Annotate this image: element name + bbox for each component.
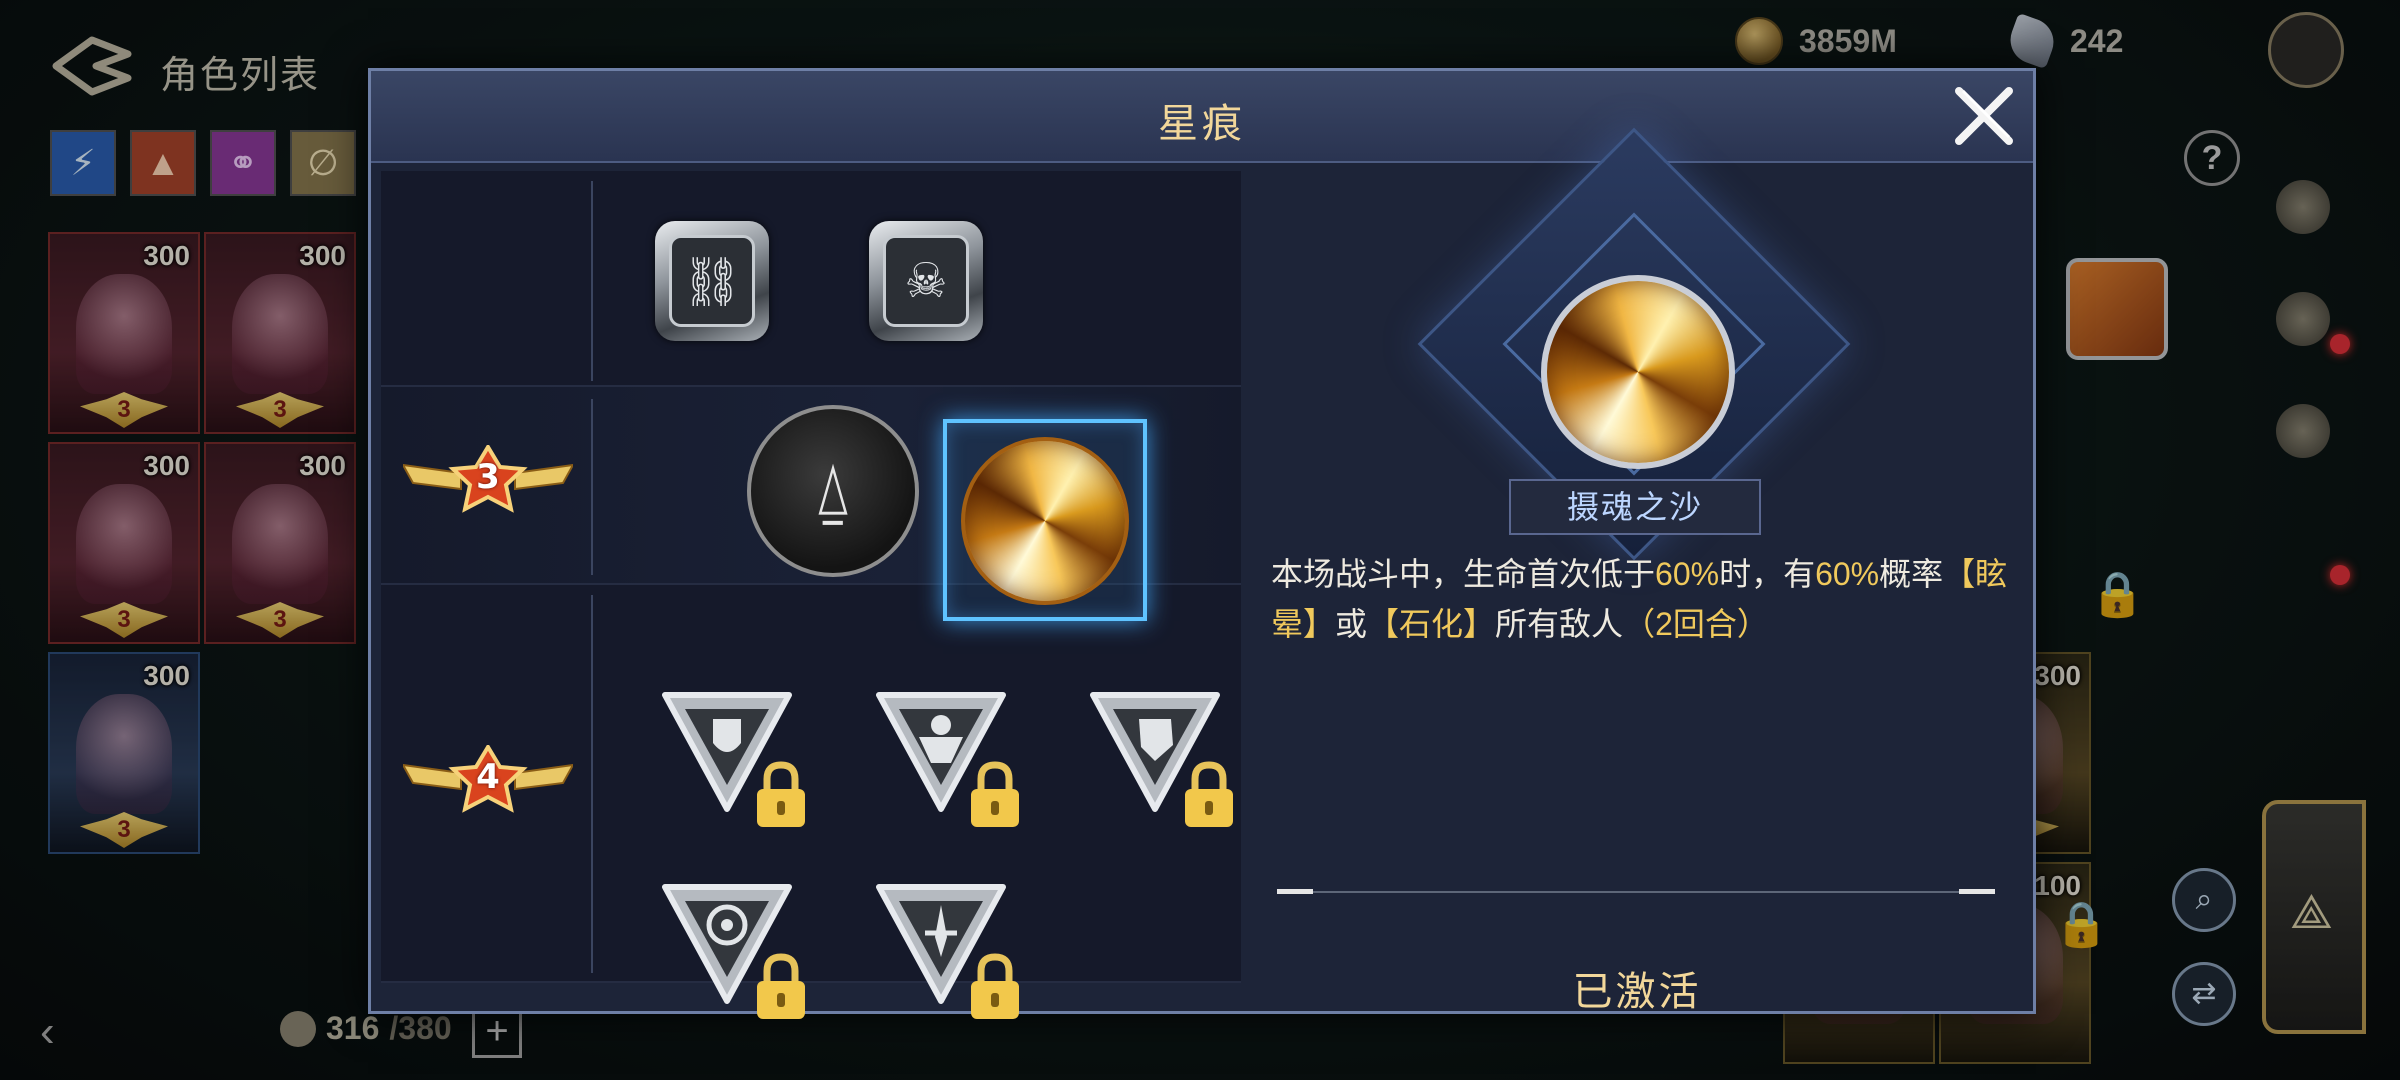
row-divider (591, 399, 593, 575)
description-text: 概率 (1879, 556, 1944, 592)
star-mark-dialog: 星痕 3 4 ⛓ ☠ ⍙ 摄魂之沙 本场战斗中，生命首次低于60%时，有60%概… (368, 68, 2036, 1019)
description-text: 本场战斗中，生命首次低于 (1271, 556, 1656, 592)
skill-name: 摄魂之沙 (1509, 479, 1761, 535)
mask-icon: ☠ (883, 235, 969, 327)
chain-icon: ⛓ (669, 235, 755, 327)
description-highlight: 60% (1655, 556, 1720, 592)
dialog-header: 星痕 (371, 71, 2033, 163)
sigil-icon: ⍙ (811, 450, 855, 530)
close-icon (1955, 87, 2013, 145)
description-text: 时，有 (1719, 556, 1816, 592)
description-text: 所有敌人 (1495, 606, 1624, 642)
skill-node-chain[interactable]: ⛓ (655, 221, 769, 341)
lock-icon (1181, 759, 1237, 829)
close-button[interactable] (1949, 81, 2019, 151)
skill-node-dark-sigil[interactable]: ⍙ (747, 405, 919, 577)
lock-icon (967, 951, 1023, 1021)
skill-tree-panel: 3 4 ⛓ ☠ ⍙ (381, 171, 1241, 1019)
row-divider (591, 595, 593, 973)
tier-3-label: 3 (476, 457, 500, 497)
row-divider (591, 181, 593, 381)
activation-status: 已激活 (1572, 970, 1702, 1014)
lock-icon (753, 759, 809, 829)
description-text: 或 (1335, 606, 1368, 642)
description-highlight: （2回合） (1623, 606, 1769, 642)
dialog-title: 星痕 (1158, 102, 1246, 146)
lock-icon (753, 951, 809, 1021)
tier-4-label: 4 (476, 757, 500, 797)
tier-row-locked-top (381, 171, 1241, 387)
description-highlight: 【石化】 (1367, 606, 1496, 642)
detail-separator (1277, 889, 1995, 894)
description-highlight: 60% (1815, 556, 1880, 592)
skill-node-mask[interactable]: ☠ (869, 221, 983, 341)
skill-detail-panel: 摄魂之沙 本场战斗中，生命首次低于60%时，有60%概率【眩晕】或【石化】所有敌… (1251, 127, 2023, 1014)
soul-sand-emblem-icon (1541, 275, 1735, 469)
skill-node-soul-sand[interactable] (961, 437, 1129, 605)
skill-description: 本场战斗中，生命首次低于60%时，有60%概率【眩晕】或【石化】所有敌人（2回合… (1271, 549, 2011, 649)
tier-4-badge: 4 (401, 743, 575, 815)
tier-3-badge: 3 (401, 443, 575, 515)
lock-icon (967, 759, 1023, 829)
